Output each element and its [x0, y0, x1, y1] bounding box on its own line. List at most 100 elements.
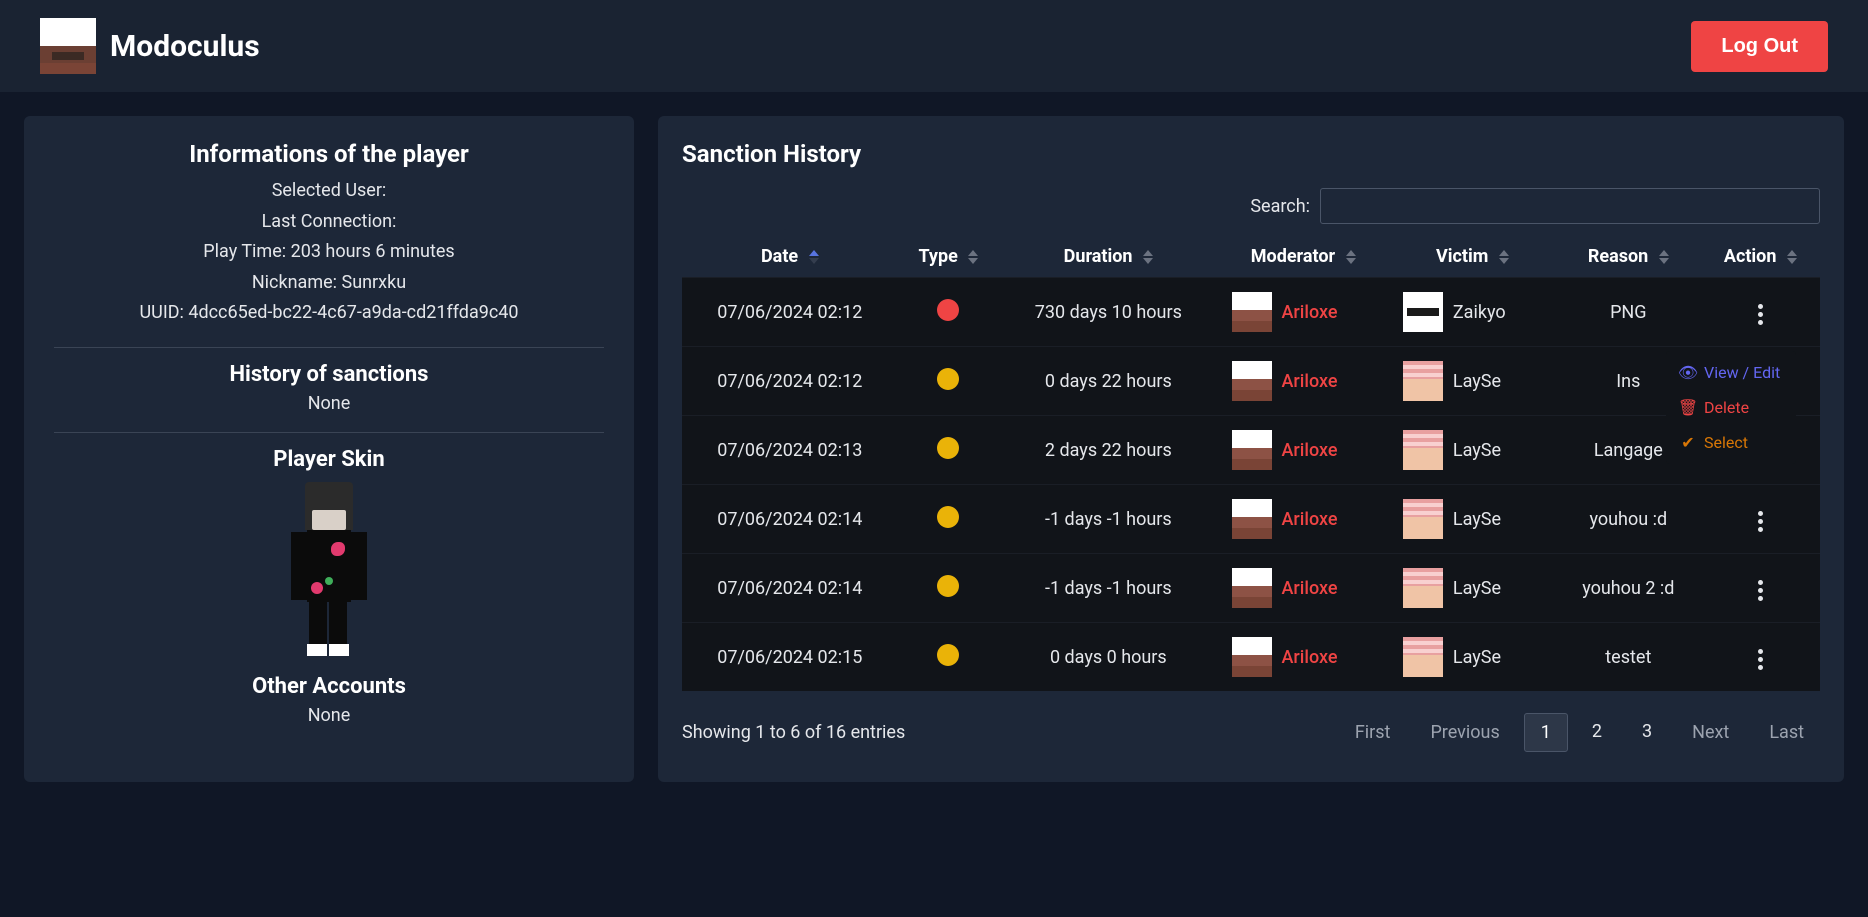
page-last-button[interactable]: Last: [1753, 714, 1820, 751]
search-input[interactable]: [1320, 188, 1820, 224]
type-dot-icon: [937, 644, 959, 666]
cell-duration: 0 days 0 hours: [999, 623, 1217, 692]
sort-arrows-icon: [1143, 250, 1153, 264]
moderator-avatar-icon: [1232, 292, 1272, 332]
column-reason-label: Reason: [1588, 246, 1648, 267]
victim-avatar-icon: [1403, 292, 1443, 332]
action-delete-button[interactable]: 🗑Delete: [1666, 390, 1796, 425]
column-action[interactable]: Action: [1701, 236, 1820, 278]
victim-name: LaySe: [1453, 578, 1501, 599]
logout-button[interactable]: Log Out: [1691, 21, 1828, 72]
cell-date: 07/06/2024 02:13: [682, 416, 898, 485]
nickname-label: Nickname:: [252, 272, 337, 293]
page-number-button[interactable]: 1: [1524, 713, 1568, 752]
moderator-name-link[interactable]: Ariloxe: [1282, 440, 1338, 461]
cell-moderator: Ariloxe: [1218, 416, 1389, 485]
moderator-name-link[interactable]: Ariloxe: [1282, 578, 1338, 599]
column-victim[interactable]: Victim: [1389, 236, 1556, 278]
player-skin-title: Player Skin: [54, 447, 604, 472]
other-accounts-text: None: [54, 705, 604, 726]
table-row: 07/06/2024 02:14-1 days -1 hoursAriloxeL…: [682, 485, 1820, 554]
sort-arrows-icon: [1787, 250, 1797, 264]
sort-arrows-icon: [809, 250, 819, 264]
column-duration-label: Duration: [1064, 246, 1133, 267]
column-moderator[interactable]: Moderator: [1218, 236, 1389, 278]
nickname-value: Sunrxku: [342, 272, 407, 293]
app-title: Modoculus: [110, 29, 260, 64]
victim-name: LaySe: [1453, 647, 1501, 668]
page-first-button[interactable]: First: [1339, 714, 1407, 751]
victim-name: Zaikyo: [1453, 302, 1506, 323]
check-icon: ✔: [1680, 435, 1696, 451]
nickname-line: Nickname: Sunrxku: [54, 268, 604, 299]
cell-moderator: Ariloxe: [1218, 347, 1389, 416]
cell-date: 07/06/2024 02:12: [682, 347, 898, 416]
table-row: 07/06/2024 02:14-1 days -1 hoursAriloxeL…: [682, 554, 1820, 623]
page-number-button[interactable]: 3: [1626, 713, 1668, 752]
action-view-edit-button[interactable]: 👁View / Edit: [1666, 355, 1796, 390]
victim-name: LaySe: [1453, 509, 1501, 530]
column-reason[interactable]: Reason: [1556, 236, 1701, 278]
column-type-label: Type: [918, 246, 957, 267]
victim-name: LaySe: [1453, 371, 1501, 392]
cell-date: 07/06/2024 02:15: [682, 623, 898, 692]
moderator-name-link[interactable]: Ariloxe: [1282, 509, 1338, 530]
victim-avatar-icon: [1403, 637, 1443, 677]
cell-type: [898, 485, 1000, 554]
moderator-avatar-icon: [1232, 499, 1272, 539]
victim-avatar-icon: [1403, 499, 1443, 539]
cell-duration: 0 days 22 hours: [999, 347, 1217, 416]
history-sanctions-text: None: [54, 393, 604, 414]
column-duration[interactable]: Duration: [999, 236, 1217, 278]
cell-victim: Zaikyo: [1389, 278, 1556, 347]
divider: [54, 347, 604, 348]
action-select-button[interactable]: ✔Select: [1666, 425, 1796, 460]
table-row: 07/06/2024 02:15 0 days 0 hours Ariloxe Lay…: [682, 623, 1820, 692]
cell-victim: LaySe: [1389, 416, 1556, 485]
cell-reason: youhou 2 :d: [1556, 554, 1701, 623]
cell-type: [898, 278, 1000, 347]
moderator-name-link[interactable]: Ariloxe: [1282, 371, 1338, 392]
moderator-avatar-icon: [1232, 361, 1272, 401]
page-previous-button[interactable]: Previous: [1414, 714, 1515, 751]
column-type[interactable]: Type: [898, 236, 1000, 278]
moderator-avatar-icon: [1232, 568, 1272, 608]
action-menu-button[interactable]: [1752, 643, 1769, 676]
type-dot-icon: [937, 437, 959, 459]
table-footer: Showing 1 to 6 of 16 entries First Previ…: [682, 713, 1820, 752]
action-menu-button[interactable]: [1752, 505, 1769, 538]
cell-victim: LaySe: [1389, 623, 1556, 692]
cell-moderator: Ariloxe: [1218, 485, 1389, 554]
moderator-avatar-icon: [1232, 430, 1272, 470]
page-next-button[interactable]: Next: [1676, 714, 1745, 751]
cell-moderator: Ariloxe: [1218, 554, 1389, 623]
cell-type: [898, 623, 1000, 692]
moderator-name-link[interactable]: Ariloxe: [1282, 647, 1338, 668]
sort-arrows-icon: [1659, 250, 1669, 264]
cell-type: [898, 554, 1000, 623]
cell-date: 07/06/2024 02:12: [682, 278, 898, 347]
cell-type: [898, 347, 1000, 416]
type-dot-icon: [937, 299, 959, 321]
pagination: First Previous 123 Next Last: [1339, 713, 1820, 752]
cell-date: 07/06/2024 02:14: [682, 554, 898, 623]
action-menu-button[interactable]: [1752, 298, 1769, 331]
player-skin-preview: [279, 482, 379, 662]
moderator-name-link[interactable]: Ariloxe: [1282, 302, 1338, 323]
divider: [54, 432, 604, 433]
cell-action: [1701, 278, 1820, 347]
column-date[interactable]: Date: [682, 236, 898, 278]
moderator-avatar-icon: [1232, 637, 1272, 677]
cell-victim: LaySe: [1389, 485, 1556, 554]
cell-action: [1701, 623, 1820, 692]
sanction-table: Date Type Duration Moderator: [682, 236, 1820, 691]
table-row: 07/06/2024 02:12730 days 10 hoursAriloxe…: [682, 278, 1820, 347]
cell-action: [1701, 485, 1820, 554]
footer-info-text: Showing 1 to 6 of 16 entries: [682, 722, 905, 743]
brand-logo-icon: [40, 18, 96, 74]
action-menu-button[interactable]: [1752, 574, 1769, 607]
victim-avatar-icon: [1403, 361, 1443, 401]
cell-duration: -1 days -1 hours: [999, 485, 1217, 554]
page-number-button[interactable]: 2: [1576, 713, 1618, 752]
player-info-panel: Informations of the player Selected User…: [24, 116, 634, 782]
